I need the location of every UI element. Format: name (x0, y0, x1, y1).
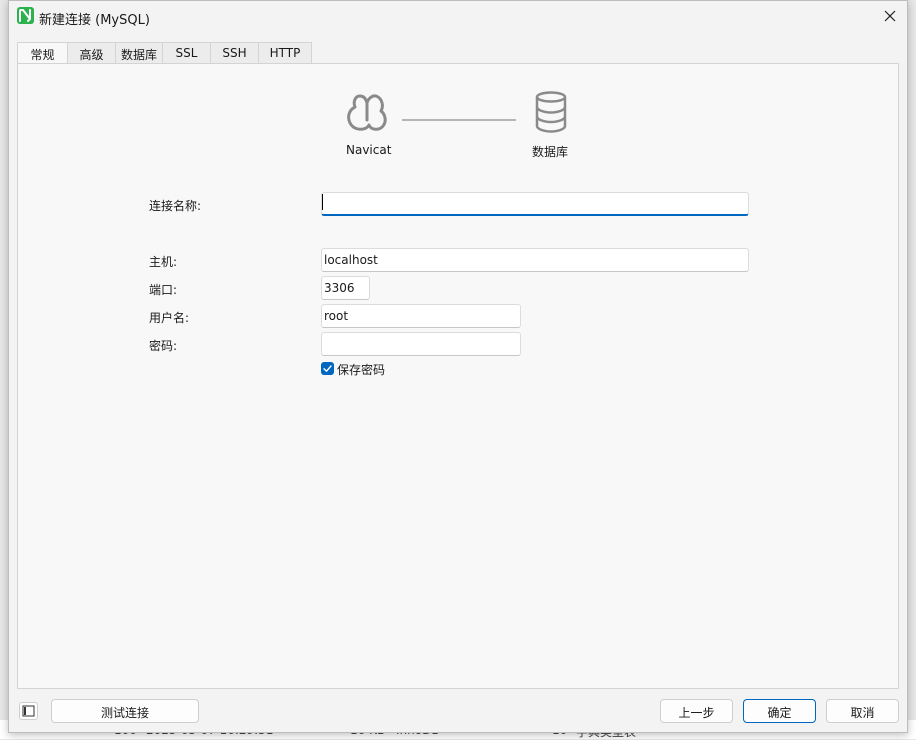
password-label: 密码: (149, 339, 178, 353)
port-label: 端口: (149, 283, 178, 297)
save-password-checkbox[interactable] (321, 362, 334, 375)
new-connection-dialog: 新建连接 (MySQL) 常规 高级 数据库 SSL SSH HTTP Navi… (8, 0, 908, 733)
title-bar: 新建连接 (MySQL) (9, 1, 907, 33)
port-input[interactable] (321, 276, 370, 300)
general-tab-panel: Navicat 数据库 连接名称: 主机: 端口: 用户名: 密码: 保存密码 (17, 63, 899, 689)
checkmark-icon (323, 365, 332, 372)
tab-advanced[interactable]: 高级 (67, 42, 116, 64)
ok-button[interactable]: 确定 (743, 699, 816, 723)
database-icon (535, 91, 567, 133)
cancel-button[interactable]: 取消 (826, 699, 899, 723)
sidebar-panel-icon (22, 705, 35, 717)
window-title: 新建连接 (MySQL) (39, 13, 150, 28)
tab-http[interactable]: HTTP (258, 42, 312, 64)
navicat-app-icon (17, 7, 34, 24)
tab-ssl[interactable]: SSL (162, 42, 211, 64)
username-input[interactable] (321, 304, 521, 328)
navicat-label: Navicat (346, 143, 392, 157)
close-button[interactable] (873, 1, 907, 31)
tab-general[interactable]: 常规 (17, 42, 68, 65)
tab-database[interactable]: 数据库 (115, 42, 163, 64)
close-icon (884, 10, 896, 22)
test-connection-button[interactable]: 测试连接 (51, 699, 199, 723)
connection-name-label: 连接名称: (149, 199, 202, 213)
tab-ssh[interactable]: SSH (210, 42, 259, 64)
host-input[interactable] (321, 248, 749, 272)
toggle-panel-button[interactable] (19, 702, 38, 720)
previous-step-button[interactable]: 上一步 (660, 699, 733, 723)
navicat-logo-icon (347, 94, 387, 131)
host-label: 主机: (149, 255, 178, 269)
database-label: 数据库 (532, 145, 569, 159)
connection-line (402, 119, 516, 121)
text-caret (322, 194, 323, 210)
connection-name-input[interactable] (321, 192, 749, 216)
password-input[interactable] (321, 332, 521, 356)
username-label: 用户名: (149, 311, 190, 325)
save-password-label: 保存密码 (337, 363, 386, 377)
